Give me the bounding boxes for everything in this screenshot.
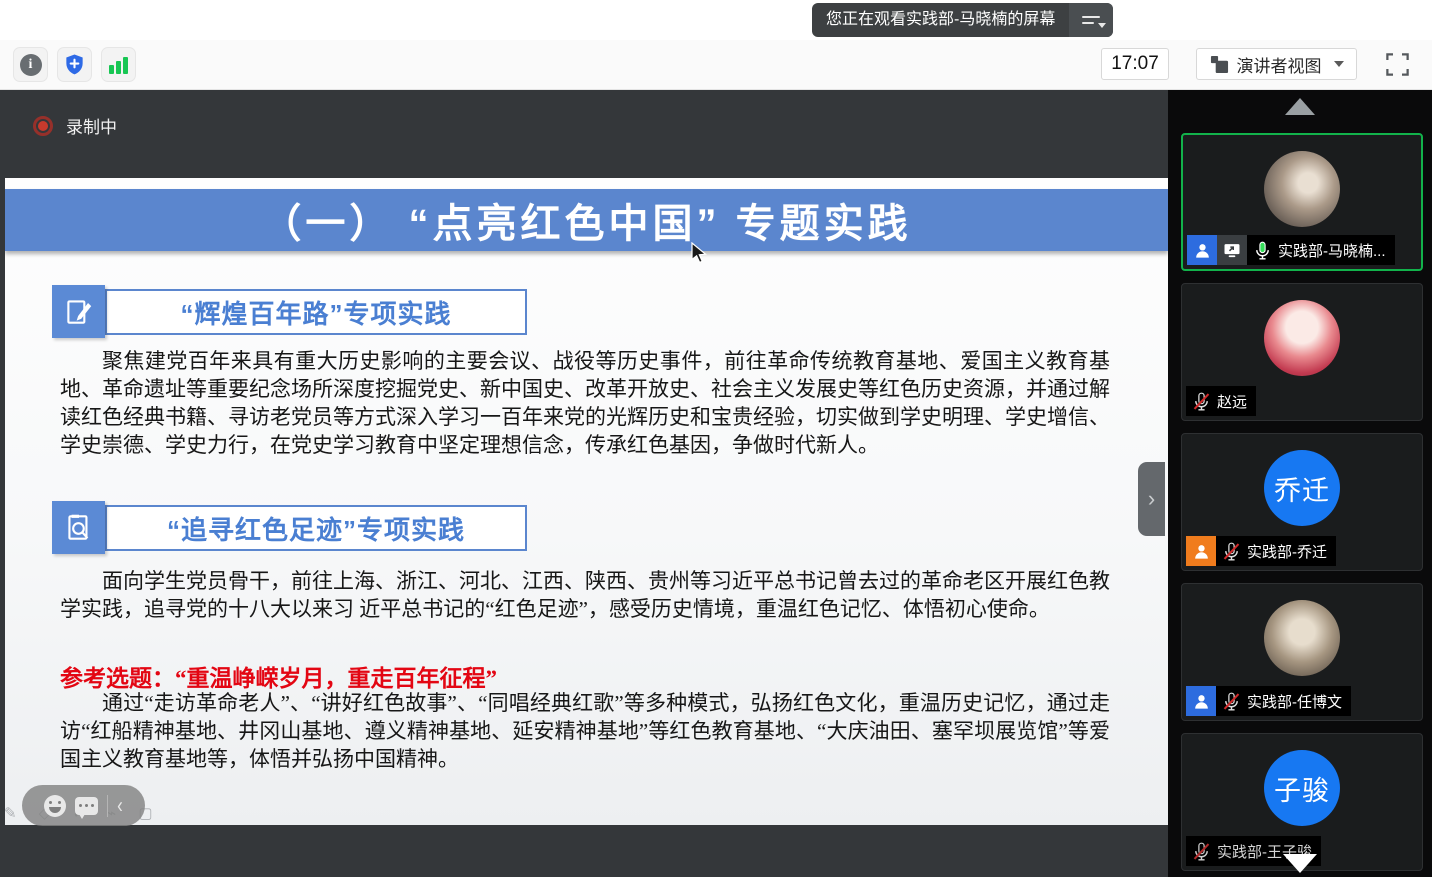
avatar (1264, 300, 1340, 376)
avatar (1264, 151, 1340, 227)
notepad-pencil-icon (52, 285, 105, 338)
scroll-up-arrow[interactable] (1285, 98, 1315, 115)
speaker-view-icon (1210, 55, 1229, 74)
participant-name: 赵远 (1217, 391, 1247, 412)
record-dot-icon (33, 116, 53, 136)
fullscreen-button[interactable] (1384, 51, 1411, 78)
security-button[interactable] (57, 47, 92, 82)
meeting-timer: 17:07 (1101, 48, 1169, 80)
participant-tile-wangzijun[interactable]: 子骏 实践部-王子骏 (1181, 733, 1423, 871)
network-quality-button[interactable] (101, 47, 136, 82)
section-header-1: “辉煌百年路”专项实践 (52, 285, 527, 338)
meeting-app-window: 您正在观看实践部-马晓楠的屏幕 i 17:07 (0, 0, 1432, 877)
shared-screen-area: 录制中 （一） “点亮红色中国” 专题实践 “辉煌百年路”专项实践 (0, 90, 1168, 877)
slide-title-banner: （一） “点亮红色中国” 专题实践 (5, 189, 1168, 251)
member-badge-icon (1187, 235, 1217, 265)
member-badge-icon (1186, 536, 1216, 566)
shield-plus-icon (63, 53, 86, 76)
reference-topic-body: 通过“走访革命老人”、“讲好红色故事”、“同唱经典红歌”等多种模式，弘扬红色文化… (60, 689, 1110, 773)
mic-on-icon (1252, 240, 1273, 261)
chevron-down-icon (1334, 61, 1344, 67)
reaction-toolbar: ‹ (22, 785, 145, 826)
participants-sidebar: 实践部-马晓楠... 赵远 (1168, 90, 1432, 877)
participant-name: 实践部-任博文 (1247, 691, 1342, 712)
meeting-time: 17:07 (1111, 53, 1159, 75)
recording-indicator: 录制中 (33, 113, 117, 138)
watching-options-button[interactable] (1069, 3, 1113, 37)
avatar: 乔迁 (1264, 450, 1340, 526)
participant-tile-renbowen[interactable]: 实践部-任博文 (1181, 583, 1423, 721)
participant-tile-maxiaonan[interactable]: 实践部-马晓楠... (1181, 133, 1423, 271)
mouse-cursor (690, 242, 707, 265)
network-bars-icon (109, 56, 128, 74)
avatar: 子骏 (1264, 750, 1340, 826)
mic-muted-icon (1221, 541, 1242, 562)
fullscreen-icon (1384, 51, 1411, 78)
member-badge-icon (1186, 686, 1216, 716)
avatar (1264, 600, 1340, 676)
section-1-body: 聚焦建党百年来具有重大历史影响的主要会议、战役等历史事件，前往革命传统教育基地、… (60, 347, 1110, 459)
mic-muted-icon (1191, 841, 1212, 862)
document-search-icon (52, 501, 105, 554)
divider (107, 795, 108, 817)
recording-label: 录制中 (66, 113, 117, 138)
participant-name: 实践部-乔迁 (1247, 541, 1327, 562)
view-mode-label: 演讲者视图 (1237, 52, 1322, 77)
view-mode-button[interactable]: 演讲者视图 (1196, 48, 1357, 80)
chevron-down-icon (1098, 23, 1106, 28)
emoji-reaction-button[interactable] (44, 795, 66, 817)
participant-tile-zhaoyuan[interactable]: 赵远 (1181, 283, 1423, 421)
mic-muted-icon (1221, 691, 1242, 712)
screen-share-icon (1217, 235, 1247, 265)
menu-lines-icon (1082, 16, 1100, 18)
meeting-info-button[interactable]: i (13, 47, 48, 82)
presentation-slide: （一） “点亮红色中国” 专题实践 “辉煌百年路”专项实践 聚焦建党百年来具有重… (5, 178, 1168, 825)
titlebar: 您正在观看实践部-马晓楠的屏幕 (0, 0, 1432, 40)
participant-tile-qiaoqian[interactable]: 乔迁 实践部-乔迁 (1181, 433, 1423, 571)
section-1-title: “辉煌百年路”专项实践 (180, 294, 451, 331)
section-header-2: “追寻红色足迹”专项实践 (52, 501, 527, 554)
section-2-title: “追寻红色足迹”专项实践 (167, 510, 465, 547)
next-page-tab[interactable]: › (1138, 462, 1165, 536)
reference-topic-heading: 参考选题：“重温峥嵘岁月，重走百年征程” (60, 659, 497, 693)
section-2-body: 面向学生党员骨干，前往上海、浙江、河北、江西、陕西、贵州等习近平总书记曾去过的革… (60, 567, 1110, 623)
mic-muted-icon (1191, 391, 1212, 412)
collapse-left-icon[interactable]: ‹ (117, 794, 123, 816)
slide-title: （一） “点亮红色中国” 专题实践 (261, 191, 911, 249)
scroll-down-arrow[interactable] (1283, 854, 1317, 873)
meeting-toolbar: i 17:07 演讲者视图 (0, 40, 1432, 90)
chat-button[interactable] (75, 797, 98, 815)
info-icon: i (20, 54, 42, 76)
screen-watching-banner: 您正在观看实践部-马晓楠的屏幕 (812, 3, 1113, 37)
screen-watching-label: 您正在观看实践部-马晓楠的屏幕 (812, 3, 1069, 37)
participant-name: 实践部-马晓楠... (1278, 240, 1386, 261)
